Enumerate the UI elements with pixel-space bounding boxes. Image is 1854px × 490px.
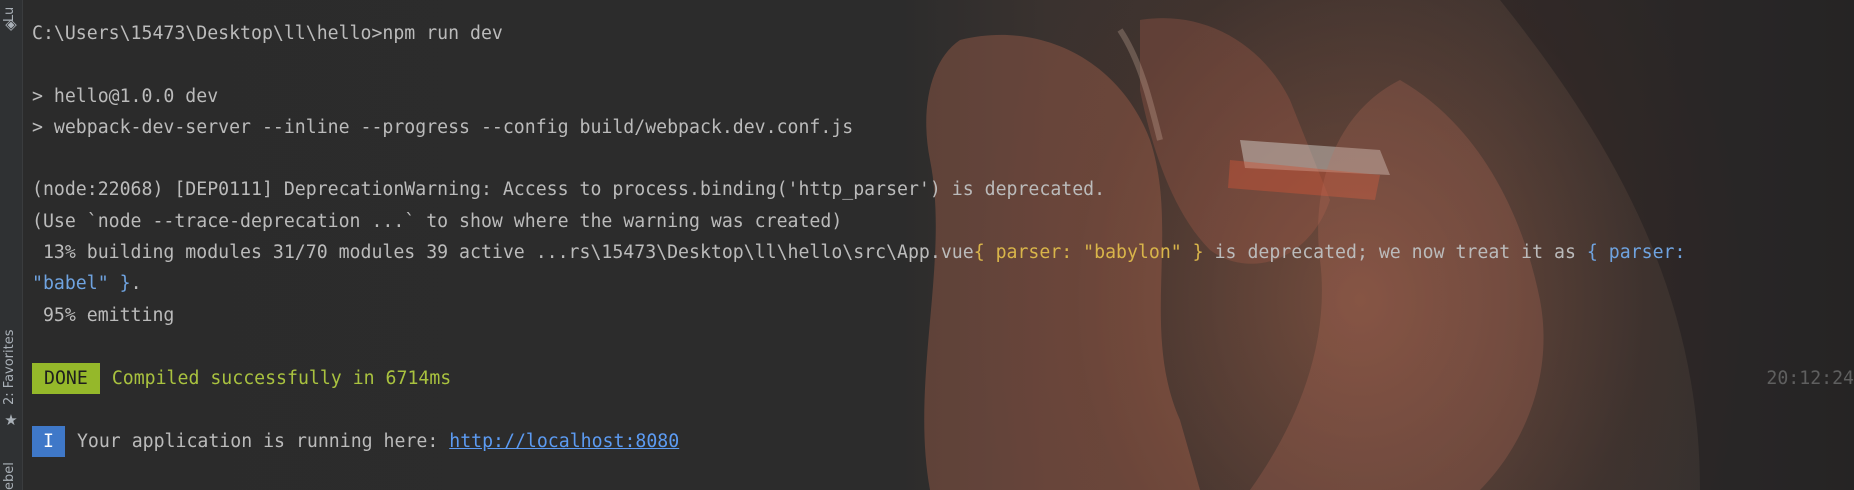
building-progress-line: 13% building modules 31/70 modules 39 ac… (32, 237, 1686, 268)
terminal-window: Lu ◈ 2: Favorites ★ ebel C:\Users\15473\… (0, 0, 1854, 490)
terminal-output[interactable]: C:\Users\15473\Desktop\ll\hello>npm run … (32, 0, 1854, 490)
info-line: I Your application is running here: http:… (32, 426, 679, 457)
tool-window-sidebar: Lu ◈ 2: Favorites ★ ebel (0, 0, 23, 490)
localhost-link[interactable]: http://localhost:8080 (449, 431, 679, 452)
star-icon: ★ (4, 411, 18, 429)
old-parser-text: { parser: "babylon" } (973, 242, 1204, 263)
new-parser-text: { parser: (1586, 242, 1686, 263)
deprecation-warning-line: (node:22068) [DEP0111] DeprecationWarnin… (32, 179, 1106, 200)
building-suffix: . (130, 273, 142, 294)
emitting-line: 95% emitting (32, 305, 175, 326)
done-message: Compiled successfully in 6714ms (111, 368, 452, 389)
info-badge: I (32, 426, 65, 457)
info-message: Your application is running here: (76, 431, 450, 452)
building-prefix: 13% building modules 31/70 modules 39 ac… (32, 242, 974, 263)
sidebar-tab-favorites[interactable]: 2: Favorites (2, 329, 17, 405)
trace-hint-line: (Use `node --trace-deprecation ...` to s… (32, 211, 843, 232)
script-name-line: > hello@1.0.0 dev (32, 86, 219, 107)
layers-icon: ◈ (5, 15, 17, 33)
new-parser-text-wrap: "babel" } (32, 273, 131, 294)
sidebar-tab-bottom[interactable]: ebel (2, 462, 17, 490)
building-progress-line-wrap: "babel" }. (32, 268, 142, 299)
prompt-line: C:\Users\15473\Desktop\ll\hello>npm run … (32, 23, 503, 44)
script-command-line: > webpack-dev-server --inline --progress… (32, 117, 854, 138)
done-line: DONE Compiled successfully in 6714ms (32, 363, 451, 394)
done-timestamp: 20:12:24 (1766, 368, 1854, 389)
done-badge: DONE (32, 363, 100, 394)
building-middle-text: is deprecated; we now treat it as (1203, 242, 1587, 263)
